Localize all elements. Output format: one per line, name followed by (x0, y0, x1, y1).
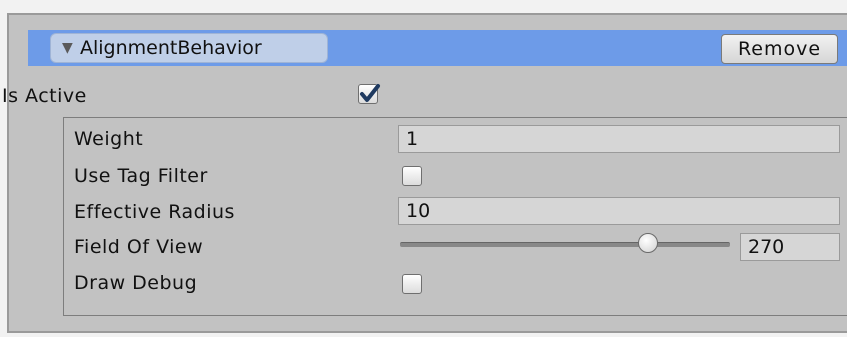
field-of-view-slider-thumb[interactable] (637, 233, 658, 253)
draw-debug-label: Draw Debug (74, 272, 198, 294)
effective-radius-field[interactable]: 10 (398, 197, 840, 225)
field-of-view-label: Field Of View (74, 236, 204, 258)
field-of-view-slider-track[interactable] (400, 242, 730, 247)
draw-debug-checkbox[interactable] (402, 274, 422, 294)
weight-field[interactable]: 1 (398, 125, 840, 153)
effective-radius-label: Effective Radius (74, 201, 235, 223)
weight-label: Weight (74, 128, 144, 150)
is-active-label: Is Active (2, 85, 87, 107)
use-tag-filter-label: Use Tag Filter (74, 165, 208, 187)
use-tag-filter-checkbox[interactable] (402, 166, 422, 186)
checkmark-icon (360, 84, 380, 102)
remove-button[interactable]: Remove (721, 34, 838, 64)
component-title[interactable]: AlignmentBehavior (80, 36, 262, 60)
triangle-down-icon[interactable]: ▼ (62, 38, 73, 58)
field-of-view-field[interactable]: 270 (740, 233, 840, 261)
